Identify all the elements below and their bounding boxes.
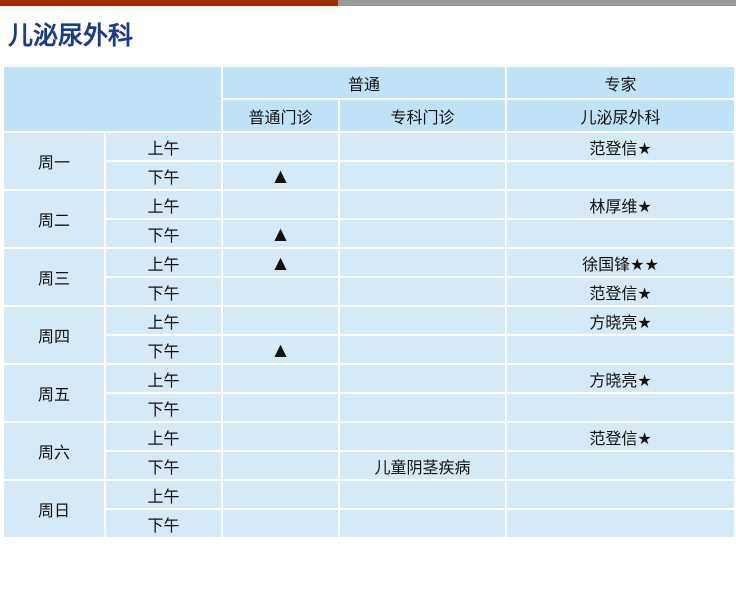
specialty-clinic-cell [337,363,508,394]
day-label: 周日 [2,479,106,539]
accent-bar-red [0,0,338,6]
header-general-clinic: 普通门诊 [221,98,340,133]
period-label: 下午 [104,392,223,423]
period-label: 上午 [104,305,223,336]
expert-cell [505,218,736,249]
specialty-clinic-cell [337,508,508,539]
general-clinic-cell [221,189,340,220]
expert-cell [505,479,736,510]
schedule-row: 周六 上午 范登信★ [2,421,736,481]
specialty-clinic-cell [337,479,508,510]
expert-cell: 方晓亮★ [505,305,736,336]
specialty-clinic-cell [337,160,508,191]
schedule-row: 下午 [3,508,736,539]
expert-cell: 方晓亮★ [505,363,736,394]
specialty-clinic-cell [337,276,508,307]
specialty-clinic-cell [337,131,508,162]
specialty-clinic-cell [337,392,508,423]
specialty-clinic-cell [337,305,508,336]
expert-cell: 范登信★ [505,421,736,452]
expert-cell: 徐国锋★★ [505,247,736,278]
day-label: 周三 [2,247,106,307]
period-label: 下午 [104,276,223,307]
header-corner [2,65,223,133]
period-label: 上午 [104,247,223,278]
header-group-general: 普通 [220,65,508,100]
accent-bar-gray [338,0,736,6]
top-accent-bar [0,0,736,6]
specialty-clinic-cell [337,218,508,249]
period-label: 下午 [104,160,223,191]
general-clinic-cell: ▲ [221,160,340,191]
schedule-row: 下午 [3,392,736,423]
general-clinic-cell [221,276,340,307]
day-label: 周二 [2,189,106,249]
schedule-row: 周五 上午 方晓亮★ [2,363,736,423]
schedule-table: 普通 专家 普通门诊 专科门诊 儿泌尿外科 周一 上午 范登信★ 下午 ▲ 周二 上午 林厚维… [2,65,736,539]
general-clinic-cell: ▲ [221,247,340,278]
general-clinic-cell [221,392,340,423]
general-clinic-cell: ▲ [221,218,340,249]
general-clinic-cell [221,131,340,162]
expert-cell [505,508,736,539]
page-title: 儿泌尿外科 [8,21,134,50]
expert-cell: 林厚维★ [505,189,736,220]
header-specialty-clinic: 专科门诊 [337,98,508,133]
day-label: 周六 [2,421,106,481]
period-label: 上午 [104,479,223,510]
period-label: 上午 [104,421,223,452]
header-row-groups: 普通 专家 [2,65,736,133]
specialty-clinic-cell [337,334,508,365]
schedule-row: 下午 ▲ [3,218,736,249]
general-clinic-cell [221,421,340,452]
schedule-row: 下午 ▲ [3,160,736,191]
specialty-clinic-cell: 儿童阴茎疾病 [337,450,508,481]
day-label: 周五 [2,363,106,423]
expert-cell [505,392,736,423]
schedule-row: 周四 上午 方晓亮★ [2,305,736,365]
specialty-clinic-cell [337,247,508,278]
expert-cell [505,450,736,481]
general-clinic-cell [221,363,340,394]
day-label: 周四 [2,305,106,365]
schedule-row: 周一 上午 范登信★ [2,131,736,191]
expert-cell: 范登信★ [505,276,736,307]
schedule-row: 周二 上午 林厚维★ [2,189,736,249]
period-label: 上午 [104,363,223,394]
header-group-expert: 专家 [505,65,736,100]
schedule-row: 下午 儿童阴茎疾病 [3,450,736,481]
general-clinic-cell [221,479,340,510]
period-label: 下午 [104,450,223,481]
specialty-clinic-cell [337,421,508,452]
schedule-row: 周日 上午 [2,479,736,539]
schedule-row: 下午 范登信★ [3,276,736,307]
expert-cell: 范登信★ [505,131,736,162]
schedule-row: 周三 上午 ▲ 徐国锋★★ [2,247,736,307]
period-label: 下午 [104,508,223,539]
general-clinic-cell [221,305,340,336]
general-clinic-cell [221,508,340,539]
expert-cell [505,334,736,365]
period-label: 下午 [104,218,223,249]
day-label: 周一 [2,131,106,191]
general-clinic-cell: ▲ [221,334,340,365]
period-label: 上午 [104,131,223,162]
schedule-row: 下午 ▲ [3,334,736,365]
header-expert-dept: 儿泌尿外科 [505,98,736,133]
specialty-clinic-cell [337,189,508,220]
period-label: 下午 [104,334,223,365]
period-label: 上午 [104,189,223,220]
expert-cell [505,160,736,191]
general-clinic-cell [221,450,340,481]
